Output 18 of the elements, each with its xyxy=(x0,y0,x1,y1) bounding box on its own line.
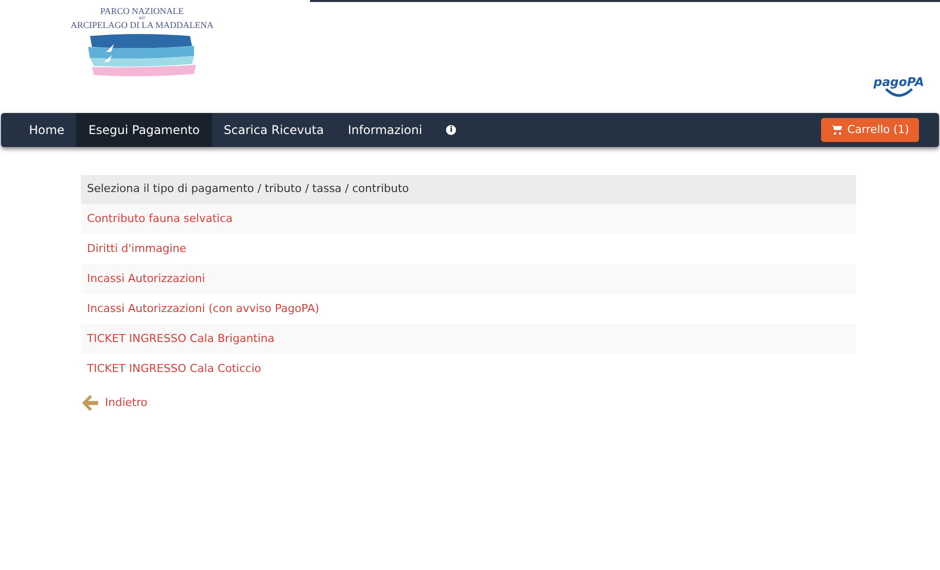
swoosh-icon xyxy=(884,88,914,98)
nav-link[interactable]: Informazioni xyxy=(336,113,434,147)
payment-type-link[interactable]: TICKET INGRESSO Cala Brigantina xyxy=(81,324,856,354)
cart-button[interactable]: Carrello (1) xyxy=(821,118,919,142)
logo-text: ARCIPELAGO DI LA MADDALENA xyxy=(70,20,214,30)
list-header: Seleziona il tipo di pagamento / tributo / tassa / contributo xyxy=(81,175,856,204)
logo-text: PARCO NAZIONALE xyxy=(100,6,184,16)
payment-type-link[interactable]: Contributo fauna selvatica xyxy=(81,204,856,234)
nav-link[interactable]: Scarica Ricevuta xyxy=(212,113,336,147)
nav-link[interactable]: Esegui Pagamento xyxy=(76,113,212,147)
pagopa-logo: pagoPA xyxy=(873,76,924,88)
cart-icon xyxy=(831,125,842,135)
arrow-left-icon xyxy=(81,394,99,412)
nav-link[interactable]: Home xyxy=(17,113,76,147)
back-link[interactable]: Indietro xyxy=(81,394,148,412)
info-link[interactable]: i xyxy=(434,113,468,147)
payment-type-link[interactable]: Incassi Autorizzazioni xyxy=(81,264,856,294)
info-icon: i xyxy=(446,125,456,135)
